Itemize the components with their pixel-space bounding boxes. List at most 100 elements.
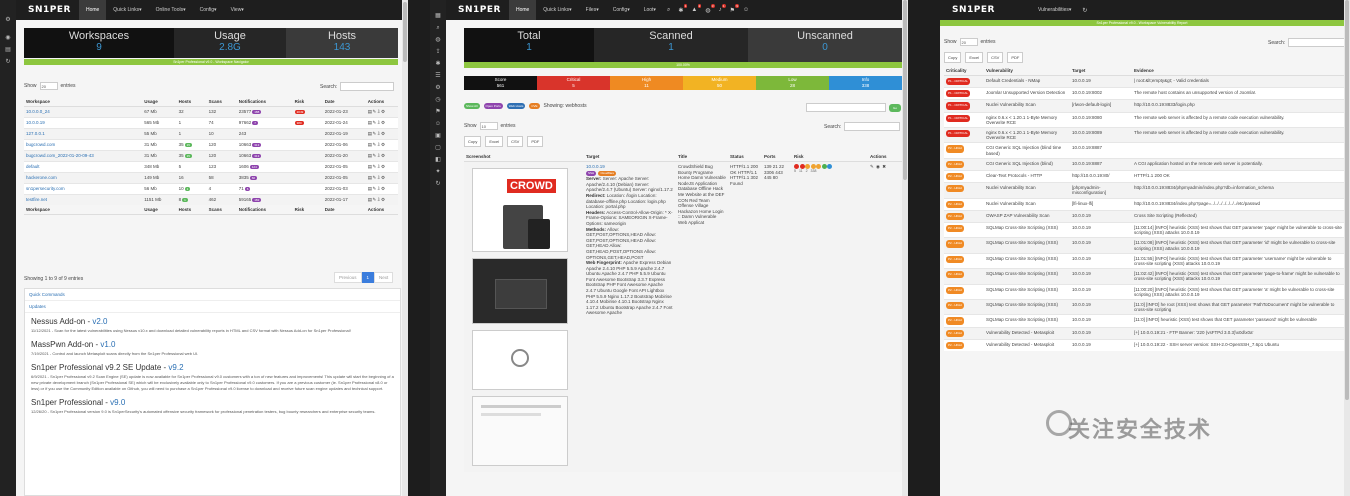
col-ports[interactable]: Ports	[762, 152, 792, 162]
screenshot-thumbnail[interactable]	[472, 258, 568, 324]
update-version-link[interactable]: v9.2	[168, 363, 183, 372]
settings-icon[interactable]: ⚙	[381, 164, 386, 169]
settings-icon[interactable]: ⚙	[381, 109, 386, 114]
col-usage[interactable]: Usage	[142, 97, 177, 107]
chart-icon[interactable]: ◧	[430, 154, 446, 166]
table-row[interactable]: P1 - CRITICAL Nuclei Vulnerability Scan [r…	[944, 99, 1344, 113]
refresh-icon[interactable]: ↻	[0, 56, 16, 68]
col-target[interactable]: Target	[584, 152, 676, 162]
col-status[interactable]: Status	[728, 152, 762, 162]
dashboard-icon[interactable]: ▦	[430, 10, 446, 22]
update-version-link[interactable]: v9.0	[110, 398, 125, 407]
nav-vulnerabilities[interactable]: Vulnerabilities▾	[1031, 0, 1078, 20]
refresh-icon[interactable]: ↻	[430, 178, 446, 190]
cog-icon[interactable]: ✦	[430, 166, 446, 178]
nav-home[interactable]: Home	[508, 0, 537, 20]
copy-button[interactable]: Copy	[944, 52, 962, 63]
settings-icon[interactable]: ⚙	[381, 131, 386, 136]
user-icon[interactable]: ☺	[430, 118, 446, 130]
go-button[interactable]: Go	[889, 103, 902, 112]
search-input[interactable]	[340, 82, 395, 91]
search-input[interactable]	[1288, 38, 1347, 47]
col-title[interactable]: Title	[676, 152, 728, 162]
table-row[interactable]: P1 - CRITICAL Default Credentials - NMap 1…	[944, 74, 1344, 88]
screenshot-thumbnail[interactable]: CROWD	[472, 168, 568, 252]
prev-page-button[interactable]: Previous	[334, 272, 362, 283]
bug-icon[interactable]: ✱	[430, 58, 446, 70]
quick-search-input[interactable]	[806, 103, 886, 112]
page-length-select[interactable]: 20	[39, 82, 58, 90]
search-input[interactable]	[844, 122, 901, 131]
csv-button[interactable]: CSV	[987, 52, 1004, 63]
table-row[interactable]: CROWD 10.0.0.19 SSH Cloudflare Server: S…	[464, 161, 902, 472]
table-row[interactable]: P2 - HIGH SQLMap Cross-Site Scripting (XS…	[944, 268, 1344, 285]
workspace-link[interactable]: default	[26, 164, 40, 169]
table-row[interactable]: P2 - HIGH Vulnerability Detected - Metasp…	[944, 326, 1344, 340]
view-icon[interactable]: ◉	[876, 164, 880, 169]
copy-button[interactable]: Copy	[464, 136, 482, 147]
workspace-link[interactable]: 10.0.0.19	[26, 120, 45, 125]
col-vulnerability[interactable]: Vulnerability	[984, 66, 1070, 76]
settings-icon[interactable]: ⚙	[381, 175, 386, 180]
col-criticality[interactable]: Criticality	[944, 66, 984, 76]
col-workspace[interactable]: Workspace	[24, 97, 143, 107]
alert-icon[interactable]: ▲ 2	[691, 4, 702, 13]
excel-button[interactable]: Excel	[485, 136, 504, 147]
clock-icon[interactable]: ◷	[430, 94, 446, 106]
col-target[interactable]: Target	[1070, 66, 1132, 76]
update-version-link[interactable]: v2.0	[92, 317, 107, 326]
list-icon[interactable]: ☰	[430, 70, 446, 82]
workspace-link[interactable]: 127.0.0.1	[26, 131, 45, 136]
excel-button[interactable]: Excel	[965, 52, 984, 63]
table-row[interactable]: P2 - HIGH SQLMap Cross-Site Scripting (XS…	[944, 299, 1344, 315]
globe-icon[interactable]: ◍ 3	[705, 3, 715, 14]
settings-icon[interactable]: ⚙	[381, 186, 386, 191]
settings-icon[interactable]: ⚙	[381, 197, 386, 202]
nav-quick-links[interactable]: Quick Links▾	[536, 0, 578, 20]
table-row[interactable]: P2 - HIGH SQLMap Cross-Site Scripting (XS…	[944, 283, 1344, 300]
search-icon[interactable]: ⌕	[667, 7, 670, 14]
pdf-button[interactable]: PDF	[527, 136, 544, 147]
table-row[interactable]: P2 - HIGH CGI Generic SQL Injection (blin…	[944, 157, 1344, 171]
user-icon[interactable]: ☺	[743, 7, 749, 13]
workspace-link[interactable]: testfire.net	[26, 197, 47, 202]
table-row[interactable]: P2 - HIGH SQLMap Cross-Site Scripting (XS…	[944, 314, 1344, 328]
bell-icon[interactable]: ♪ 1	[719, 4, 726, 13]
table-row[interactable]: default 348 Mb 5 123 1606 124 2022-01-05 ▤✎⇩⚙	[24, 161, 398, 173]
table-row[interactable]: 10.0.0.19 565 Mb 1 74 97662 7 380 2022-01-24 ▤✎⇩…	[24, 117, 398, 129]
col-screenshot[interactable]: Screenshot	[464, 152, 584, 162]
nav-quick-links[interactable]: Quick Links▾	[106, 0, 148, 20]
table-row[interactable]: bugcrowd.com_2022-01-20-09-43 31 Mb 35 15 12…	[24, 150, 398, 162]
scrollbar[interactable]	[1344, 0, 1350, 496]
workspace-link[interactable]: 10.0.0.0_24	[26, 109, 50, 114]
page-length-select[interactable]: 20	[959, 38, 978, 46]
settings-icon[interactable]: ⚙	[381, 153, 386, 158]
table-row[interactable]: P1 - CRITICAL nginx 0.6.x < 1.20.1 1-Byte…	[944, 111, 1344, 128]
table-row[interactable]: P2 - HIGH SQLMap Cross-Site Scripting (XS…	[944, 237, 1344, 254]
nav-config[interactable]: Config▾	[193, 0, 224, 20]
workspace-link[interactable]: bugcrowd.com_2022-01-20-09-43	[26, 153, 94, 158]
table-row[interactable]: P2 - HIGH Vulnerability Detected - Metasp…	[944, 338, 1344, 352]
edit-icon[interactable]: ✎	[870, 164, 874, 169]
table-row[interactable]: P2 - HIGH Nuclei Vulnerability Scan [lfi-l…	[944, 197, 1344, 211]
table-row[interactable]: P1 - CRITICAL nginx 0.6.x < 1.20.1 1-Byte…	[944, 127, 1344, 143]
upload-icon[interactable]: ⇪	[430, 46, 446, 58]
target-icon[interactable]: ◉	[0, 32, 16, 44]
updates-link[interactable]: Updates	[25, 301, 400, 313]
page-1-button[interactable]: 1	[361, 272, 375, 283]
settings-icon[interactable]: ⚙	[381, 120, 386, 125]
table-row[interactable]: 10.0.0.0_24 67 Mb 32 132 23577 188 2049 2022-01…	[24, 106, 398, 118]
dashboard-icon[interactable]: ⚙	[0, 14, 16, 26]
next-page-button[interactable]: Next	[374, 272, 394, 283]
col-risk[interactable]: Risk	[792, 152, 868, 162]
update-version-link[interactable]: v1.0	[100, 340, 115, 349]
table-row[interactable]: P1 - CRITICAL Joomla! Unsupported Version…	[944, 87, 1344, 100]
col-risk[interactable]: Risk	[292, 97, 323, 107]
nav-home[interactable]: Home	[78, 0, 107, 20]
nav-online-tools[interactable]: Online Tools▾	[149, 0, 193, 20]
table-row[interactable]: hackerone.com 149 Mb 16 58 3835 66 2022-01-05 ▤…	[24, 172, 398, 184]
settings-icon[interactable]: ⚙	[381, 142, 386, 147]
globe-icon[interactable]: ◍	[430, 34, 446, 46]
table-row[interactable]: P2 - HIGH Clear-Text Protocols - HTTP http…	[944, 170, 1344, 183]
quick-commands-link[interactable]: Quick Commands	[25, 289, 400, 301]
